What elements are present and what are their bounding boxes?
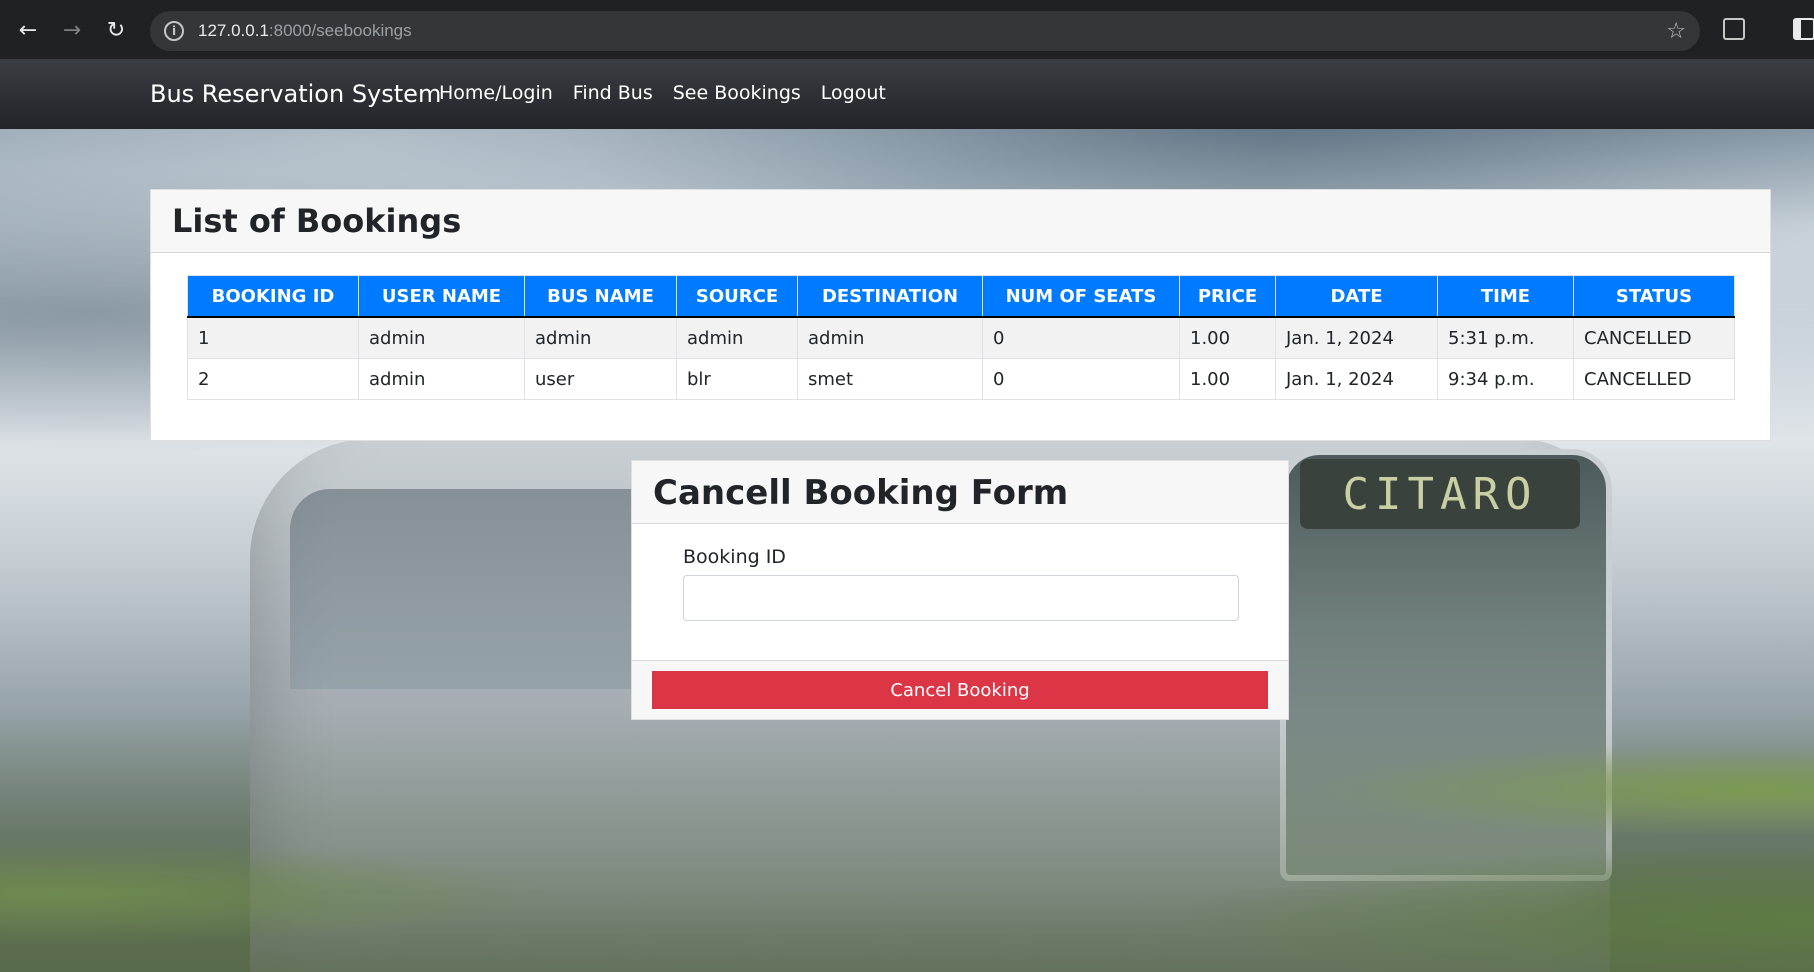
address-bar[interactable]: i 127.0.0.1:8000/seebookings ☆ xyxy=(150,11,1700,51)
cancel-booking-form-body: Booking ID xyxy=(632,524,1288,660)
table-cell: 2 xyxy=(187,358,359,400)
table-cell: user xyxy=(524,358,677,400)
bookmark-star-icon[interactable]: ☆ xyxy=(1666,19,1686,44)
booking-id-label: Booking ID xyxy=(683,546,786,568)
nav-links: Home/Login Find Bus See Bookings Logout xyxy=(439,82,906,104)
table-cell: CANCELLED xyxy=(1573,316,1735,359)
table-cell: 0 xyxy=(982,358,1180,400)
table-cell: Jan. 1, 2024 xyxy=(1275,316,1438,359)
cancel-booking-card: Cancell Booking Form Booking ID Cancel B… xyxy=(631,460,1289,720)
background-trees xyxy=(0,712,1814,972)
table-cell: admin xyxy=(358,316,525,359)
extensions-icon[interactable] xyxy=(1723,18,1745,40)
reload-icon[interactable]: ↻ xyxy=(100,14,132,46)
navbar-brand[interactable]: Bus Reservation System xyxy=(150,80,441,108)
table-cell: 9:34 p.m. xyxy=(1437,358,1574,400)
column-header: PRICE xyxy=(1179,275,1276,318)
forward-arrow-icon[interactable]: → xyxy=(56,14,88,46)
column-header: STATUS xyxy=(1573,275,1735,318)
column-header: USER NAME xyxy=(358,275,525,318)
column-header: BUS NAME xyxy=(524,275,677,318)
browser-toolbar: ← → ↻ i 127.0.0.1:8000/seebookings ☆ xyxy=(0,0,1814,59)
table-cell: admin xyxy=(524,316,677,359)
column-header: NUM OF SEATS xyxy=(982,275,1180,318)
column-header: DATE xyxy=(1275,275,1438,318)
page-viewport: CITARO Bus Reservation System Home/Login… xyxy=(0,59,1814,972)
table-header-row: BOOKING ID USER NAME BUS NAME SOURCE DES… xyxy=(187,275,1735,318)
nav-link-logout[interactable]: Logout xyxy=(821,82,886,104)
table-cell: blr xyxy=(676,358,798,400)
bookings-card: List of Bookings BOOKING ID USER NAME BU… xyxy=(150,189,1771,441)
table-row: 1 admin admin admin admin 0 1.00 Jan. 1,… xyxy=(187,316,1735,359)
table-cell: 5:31 p.m. xyxy=(1437,316,1574,359)
table-cell: admin xyxy=(797,316,983,359)
nav-link-home-login[interactable]: Home/Login xyxy=(439,82,553,104)
bookings-title: List of Bookings xyxy=(172,202,462,240)
cancel-booking-card-footer: Cancel Booking xyxy=(632,660,1288,719)
booking-id-input[interactable] xyxy=(683,575,1239,621)
cancel-booking-card-header: Cancell Booking Form xyxy=(632,461,1288,524)
cancel-booking-title: Cancell Booking Form xyxy=(653,473,1069,513)
table-cell: 1.00 xyxy=(1179,358,1276,400)
url-path: :8000/seebookings xyxy=(268,21,412,40)
nav-link-see-bookings[interactable]: See Bookings xyxy=(673,82,801,104)
column-header: BOOKING ID xyxy=(187,275,359,318)
bookings-table: BOOKING ID USER NAME BUS NAME SOURCE DES… xyxy=(187,275,1735,400)
back-arrow-icon[interactable]: ← xyxy=(12,14,44,46)
url-host: 127.0.0.1 xyxy=(198,21,269,40)
bookings-card-header: List of Bookings xyxy=(151,190,1770,253)
side-panel-icon[interactable] xyxy=(1793,18,1814,40)
table-cell: Jan. 1, 2024 xyxy=(1275,358,1438,400)
column-header: DESTINATION xyxy=(797,275,983,318)
column-header: TIME xyxy=(1437,275,1574,318)
column-header: SOURCE xyxy=(676,275,798,318)
table-row: 2 admin user blr smet 0 1.00 Jan. 1, 202… xyxy=(187,358,1735,400)
table-cell: 0 xyxy=(982,316,1180,359)
table-cell: 1 xyxy=(187,316,359,359)
table-cell: admin xyxy=(358,358,525,400)
site-info-icon[interactable]: i xyxy=(164,21,184,41)
table-cell: CANCELLED xyxy=(1573,358,1735,400)
table-cell: admin xyxy=(676,316,798,359)
site-navbar: Bus Reservation System Home/Login Find B… xyxy=(0,59,1814,129)
nav-link-find-bus[interactable]: Find Bus xyxy=(573,82,653,104)
table-cell: smet xyxy=(797,358,983,400)
table-cell: 1.00 xyxy=(1179,316,1276,359)
address-bar-url[interactable]: 127.0.0.1:8000/seebookings xyxy=(198,21,412,41)
cancel-booking-button[interactable]: Cancel Booking xyxy=(652,671,1268,709)
background-bus-sign: CITARO xyxy=(1300,459,1580,529)
